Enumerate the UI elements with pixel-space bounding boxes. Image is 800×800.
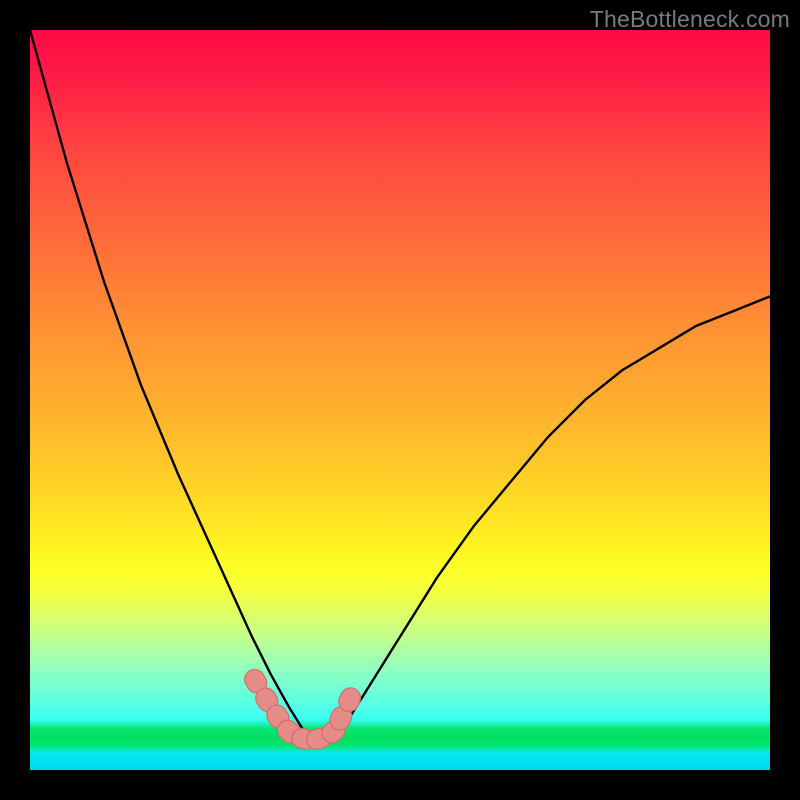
plot-area (30, 30, 770, 770)
watermark-text: TheBottleneck.com (590, 6, 790, 33)
chart-frame: TheBottleneck.com (0, 0, 800, 800)
curve-layer (30, 30, 770, 770)
bottleneck-curve (30, 30, 770, 737)
marker-group (241, 666, 364, 752)
